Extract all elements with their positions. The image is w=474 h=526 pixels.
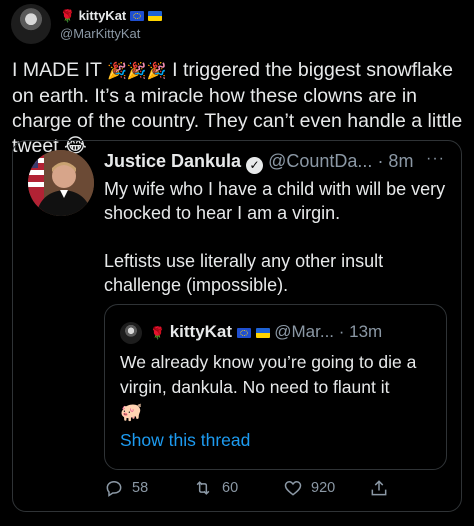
- verified-badge-icon: ✓: [246, 157, 264, 174]
- nested-author-handle: @Mar...: [274, 322, 335, 341]
- quoted-time: · 8m: [377, 151, 414, 171]
- like-count: 920: [311, 480, 336, 496]
- reply-action[interactable]: 58: [104, 478, 148, 498]
- retweet-icon: [196, 481, 210, 495]
- nested-author-line: 🌹 kittyKat @Mar... · 13m: [150, 322, 382, 342]
- author-name: kittyKat: [78, 8, 127, 23]
- share-icon: [371, 480, 387, 496]
- author-handle[interactable]: @MarKittyKat: [60, 26, 140, 41]
- quoted-author-avatar[interactable]: [28, 150, 94, 216]
- quoted-author-handle: @CountDa...: [268, 151, 373, 171]
- tweet-text-part1: I MADE IT: [12, 59, 102, 81]
- ukraine-flag-icon: [255, 328, 270, 338]
- retweet-action[interactable]: 60: [192, 478, 238, 498]
- rose-icon: 🌹: [60, 9, 75, 23]
- rose-icon: 🌹: [150, 326, 165, 340]
- show-thread-link[interactable]: Show this thread: [120, 430, 250, 451]
- author-avatar[interactable]: [11, 4, 51, 44]
- nested-author-name: kittyKat: [169, 322, 233, 341]
- reply-count: 58: [132, 480, 149, 496]
- more-options-icon[interactable]: ···: [426, 150, 445, 168]
- like-action[interactable]: 920: [283, 478, 335, 498]
- nested-author-avatar: [120, 322, 142, 344]
- reply-icon: [106, 480, 122, 497]
- share-action[interactable]: [369, 478, 389, 498]
- nested-quote-text: We already know you’re going to die a vi…: [120, 352, 417, 397]
- eu-flag-icon: [236, 328, 251, 338]
- quoted-author-name: Justice Dankula: [104, 151, 242, 171]
- author-name-line[interactable]: 🌹 kittyKat: [60, 8, 162, 23]
- pig-emoji-icon: 🐖: [120, 402, 143, 422]
- eu-flag-icon: [129, 11, 144, 21]
- ukraine-flag-icon: [147, 11, 162, 21]
- retweet-count: 60: [222, 480, 239, 496]
- party-popper-icon: 🎉🎉🎉: [107, 63, 167, 80]
- quoted-author-line[interactable]: Justice Dankula ✓ @CountDa... · 8m: [104, 151, 413, 174]
- heart-icon: [284, 480, 302, 496]
- quoted-tweet-text: My wife who I have a child with will be …: [104, 179, 446, 295]
- nested-time: · 13m: [338, 322, 383, 341]
